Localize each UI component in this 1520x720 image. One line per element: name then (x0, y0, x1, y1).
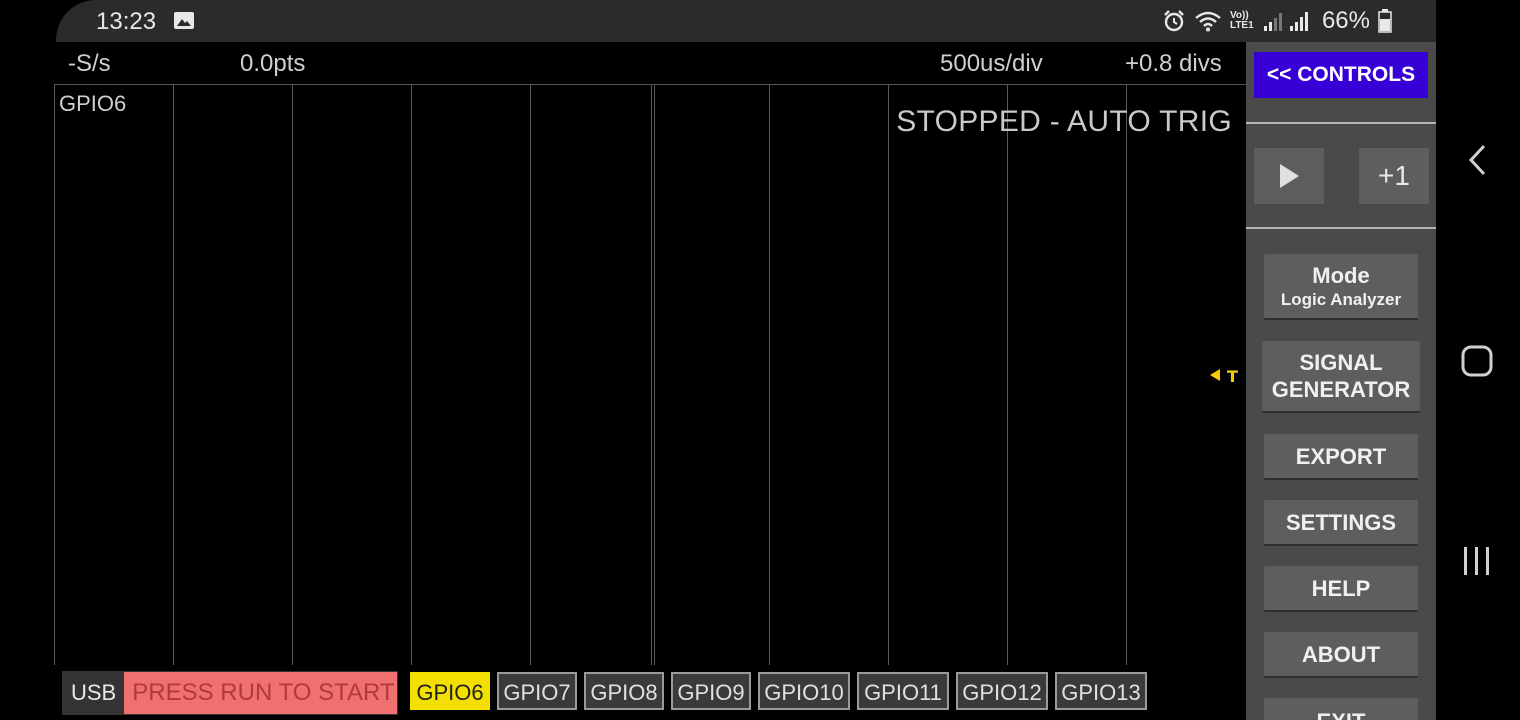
channel-button-gpio13[interactable]: GPIO13 (1055, 672, 1147, 710)
grid-line (173, 85, 174, 665)
grid-line (888, 85, 889, 665)
controls-toggle-button[interactable]: << CONTROLS (1254, 52, 1428, 98)
exit-button[interactable]: EXIT (1264, 698, 1418, 720)
sample-rate: -S/s (68, 50, 111, 77)
trigger-marker-icon[interactable]: T (1210, 365, 1244, 385)
play-icon (1280, 164, 1299, 188)
grid-line (769, 85, 770, 665)
points-count: 0.0pts (240, 50, 306, 77)
channel-button-gpio8[interactable]: GPIO8 (584, 672, 664, 710)
channel-button-gpio10[interactable]: GPIO10 (758, 672, 850, 710)
grid-line (292, 85, 293, 665)
step-button[interactable]: +1 (1359, 148, 1429, 204)
grid-line (1007, 85, 1008, 665)
status-bar: 13:23 Vo)) LTE1 66% (56, 0, 1436, 42)
usb-tag: USB (63, 672, 125, 714)
volte-label: Vo)) LTE1 (1229, 10, 1254, 31)
trigger-offset[interactable]: +0.8 divs (1125, 50, 1222, 78)
grid-line (651, 85, 652, 665)
scope-info-bar: -S/s 0.0pts 500us/div +0.8 divs (56, 42, 1246, 84)
channel-button-gpio11[interactable]: GPIO11 (857, 672, 949, 710)
signal-generator-line2: GENERATOR (1271, 377, 1411, 402)
channel-button-gpio6[interactable]: GPIO6 (410, 672, 490, 710)
timebase[interactable]: 500us/div (940, 50, 1043, 78)
home-icon[interactable] (1460, 344, 1494, 378)
signal-icon (1263, 12, 1308, 31)
app-screen: 13:23 Vo)) LTE1 66% -S/s 0.0pts 500us/di… (0, 0, 1436, 720)
run-button[interactable] (1254, 148, 1324, 204)
settings-button[interactable]: SETTINGS (1264, 500, 1418, 546)
controls-panel: << CONTROLS +1 Mode Logic Analyzer SIGNA… (1246, 42, 1436, 720)
grid-line (54, 85, 55, 665)
mode-value: Logic Analyzer (1280, 289, 1402, 309)
wifi-icon (1195, 11, 1221, 32)
panel-divider (1246, 122, 1436, 124)
help-button[interactable]: HELP (1264, 566, 1418, 612)
android-nav-bar (1436, 0, 1520, 720)
about-button[interactable]: ABOUT (1264, 632, 1418, 678)
mode-button[interactable]: Mode Logic Analyzer (1264, 254, 1418, 320)
battery-percent: 66% (1321, 7, 1370, 34)
signal-generator-line1: SIGNAL (1299, 350, 1383, 375)
run-state: STOPPED - AUTO TRIG (896, 105, 1232, 138)
grid-line (411, 85, 412, 665)
export-button[interactable]: EXPORT (1264, 434, 1418, 480)
channel-button-gpio9[interactable]: GPIO9 (671, 672, 751, 710)
image-icon (174, 12, 194, 29)
status-icons: Vo)) LTE1 66% (1162, 7, 1392, 35)
alarm-icon (1164, 10, 1184, 32)
grid-line (1126, 85, 1127, 665)
mode-title: Mode (1312, 262, 1370, 288)
scope-plot[interactable]: GPIO6 STOPPED - AUTO TRIG T (54, 84, 1246, 665)
usb-message: PRESS RUN TO START (132, 679, 395, 706)
grid-line (530, 85, 531, 665)
channel-button-gpio7[interactable]: GPIO7 (497, 672, 577, 710)
panel-divider (1246, 227, 1436, 229)
back-icon[interactable] (1466, 143, 1490, 177)
signal-generator-button[interactable]: SIGNAL GENERATOR (1262, 341, 1420, 413)
trigger-marker-label: T (1227, 367, 1238, 385)
recents-icon[interactable] (1462, 546, 1492, 576)
status-time: 13:23 (96, 8, 157, 35)
channel-button-gpio12[interactable]: GPIO12 (956, 672, 1048, 710)
usb-status[interactable]: USB PRESS RUN TO START (62, 671, 398, 715)
battery-icon (1378, 9, 1392, 33)
bottom-bar: USB PRESS RUN TO START GPIO6 GPIO7 GPIO8… (56, 670, 1246, 716)
channel-label: GPIO6 (59, 91, 127, 116)
grid-line (654, 85, 655, 665)
